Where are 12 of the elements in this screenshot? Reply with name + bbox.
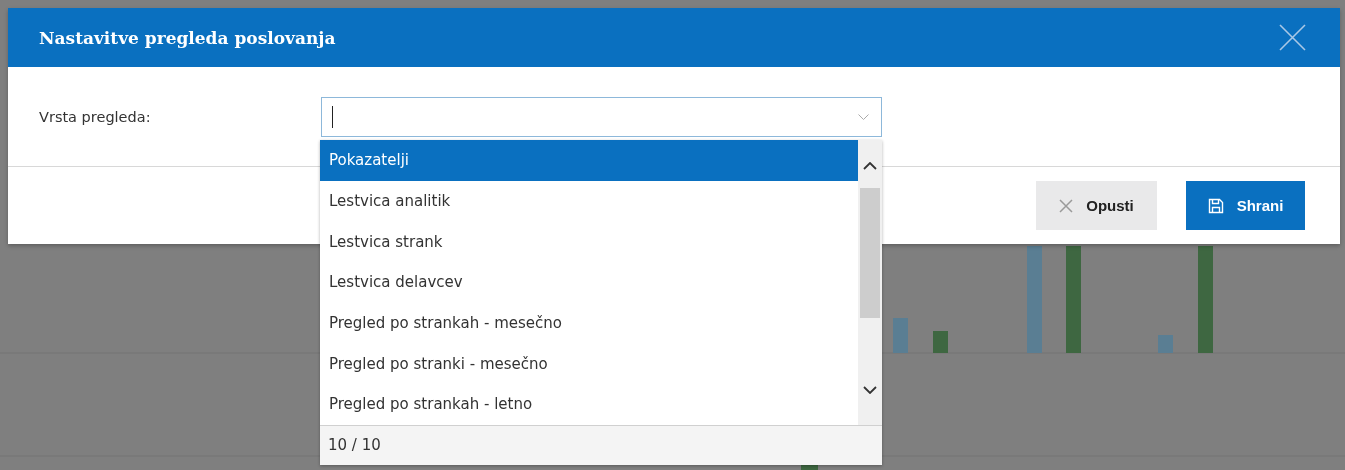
field-label: Vrsta pregleda: — [38, 108, 152, 127]
cancel-button[interactable]: Opusti — [1036, 181, 1157, 230]
dropdown-option[interactable]: Pregled po stranki - mesečno — [320, 343, 858, 385]
save-button[interactable]: Shrani — [1186, 181, 1305, 230]
result-count: 10 / 10 — [320, 424, 882, 465]
dropdown-option[interactable]: Lestvica analitik — [320, 180, 858, 222]
dropdown-option[interactable]: Lestvica delavcev — [320, 262, 858, 303]
dropdown-option[interactable]: Pregled po strankah - mesečno — [320, 302, 858, 344]
dialog-title: Nastavitve pregleda poslovanja — [39, 27, 336, 48]
dropdown-option[interactable]: Pregled po strankah - letno — [320, 384, 858, 425]
dropdown-option[interactable]: Pokazatelji — [320, 140, 858, 181]
dropdown-option[interactable]: Lestvica strank — [320, 221, 858, 263]
